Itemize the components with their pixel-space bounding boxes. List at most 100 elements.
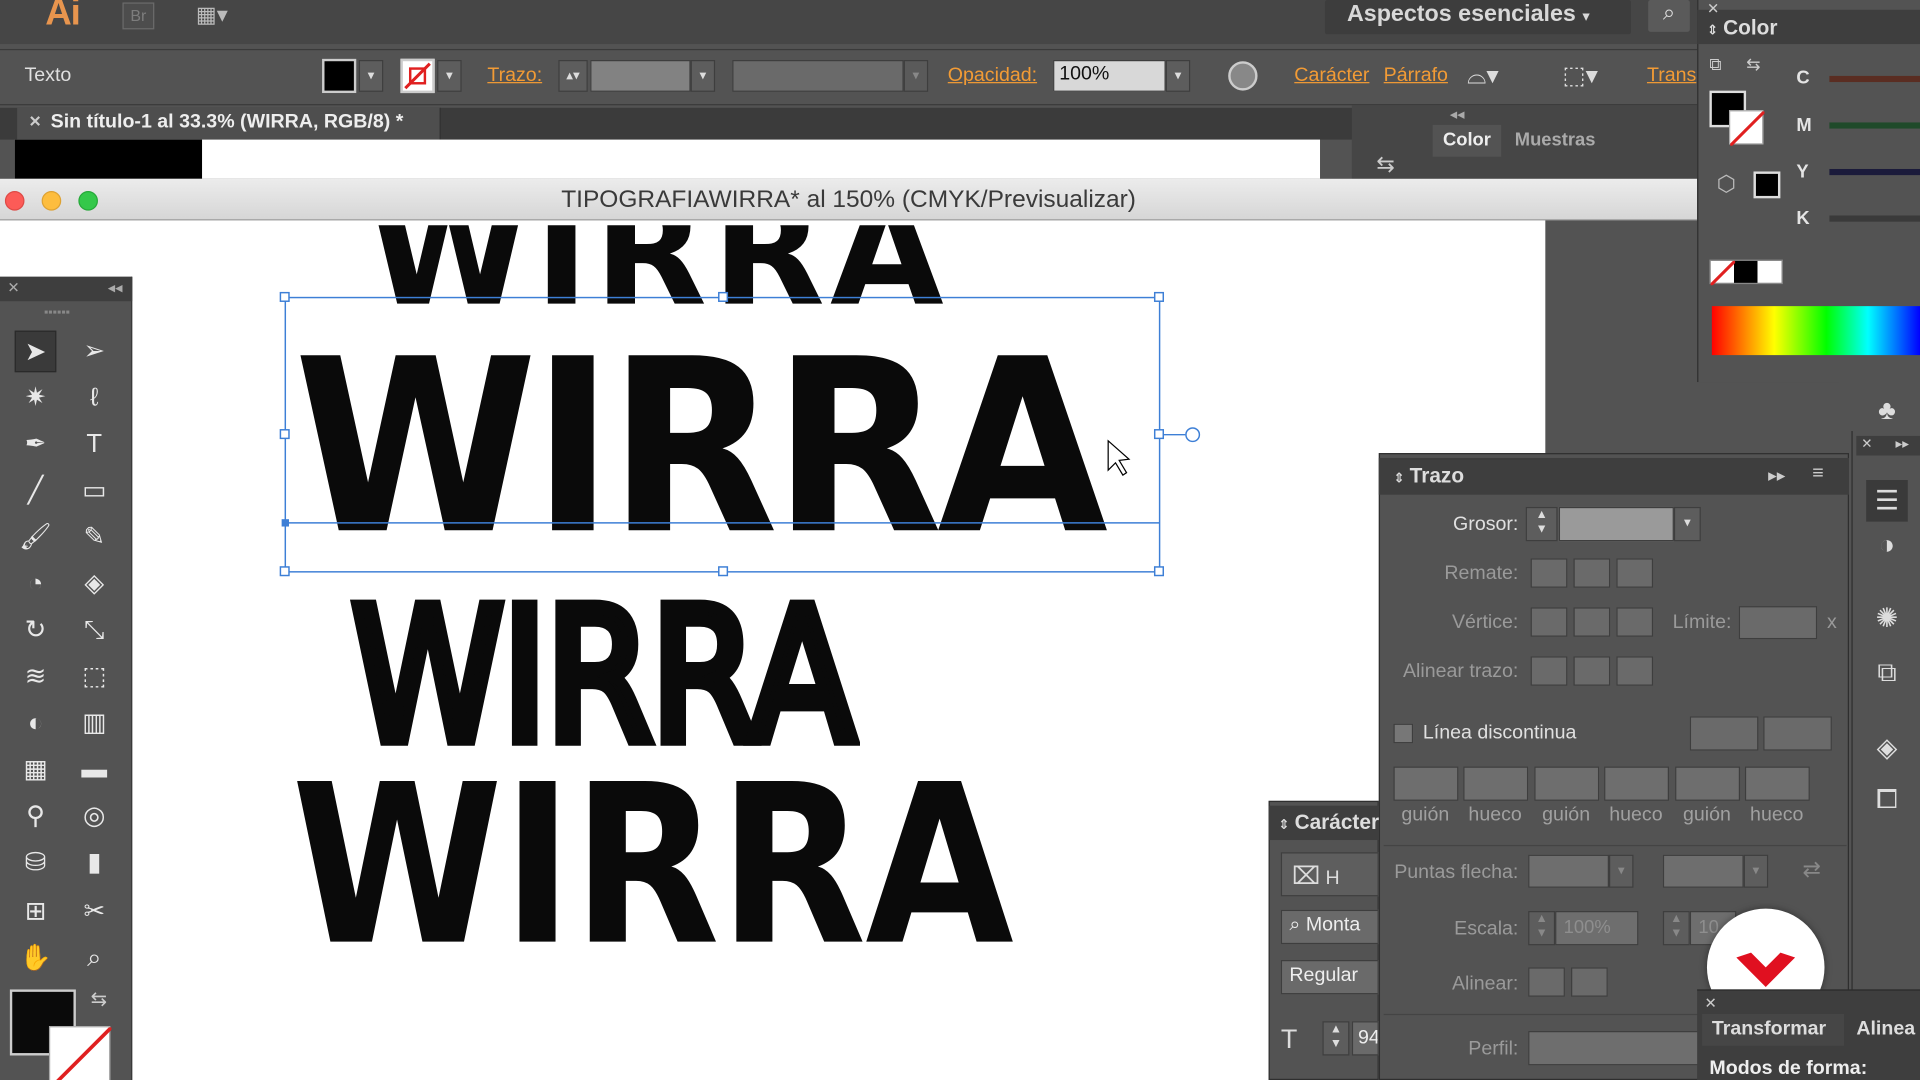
align-inside-icon[interactable] xyxy=(1573,656,1611,686)
dashed-line-checkbox[interactable] xyxy=(1393,723,1414,744)
gap-input-2[interactable] xyxy=(1604,766,1669,801)
miter-join-icon[interactable] xyxy=(1530,607,1568,637)
pen-tool-icon[interactable]: ✒ xyxy=(15,424,57,466)
scale-stepper-2[interactable]: ▲ ▼ xyxy=(1662,911,1690,946)
align-center-icon[interactable] xyxy=(1530,656,1568,686)
expand-panel-icon[interactable]: ▸▸ xyxy=(1768,465,1785,486)
artboard-tool-icon[interactable]: ⊞ xyxy=(15,891,57,933)
none-black-white-swatches[interactable] xyxy=(1709,259,1783,286)
scale-stepper-1[interactable]: ▲ ▼ xyxy=(1528,911,1556,946)
width-tool-icon[interactable]: ≋ xyxy=(15,656,57,698)
color-spectrum[interactable] xyxy=(1711,306,1920,356)
transparency-icon[interactable]: ⧉ xyxy=(1866,651,1908,693)
panel-menu-icon[interactable]: ≡ xyxy=(1812,463,1823,485)
arrow-place-icon[interactable] xyxy=(1571,967,1608,997)
gap-input-1[interactable] xyxy=(1463,766,1529,801)
out-of-gamut-icon[interactable]: ⬡ xyxy=(1717,171,1736,197)
rotate-tool-icon[interactable]: ↻ xyxy=(15,610,57,652)
magic-wand-tool-icon[interactable]: ✷ xyxy=(15,377,57,419)
eyedropper-tool-icon[interactable]: ⚲ xyxy=(15,796,57,838)
paintbrush-tool-icon[interactable]: 🖌 xyxy=(15,517,57,559)
tab-align[interactable]: Alinea xyxy=(1849,1014,1920,1046)
round-cap-icon[interactable] xyxy=(1573,558,1611,588)
touch-type-tool-button[interactable]: ⌧ H xyxy=(1280,852,1379,897)
dash-align-corners-icon[interactable] xyxy=(1689,716,1759,751)
stroke-color-swatch[interactable] xyxy=(48,1026,112,1080)
blob-brush-tool-icon[interactable]: ◔ xyxy=(15,563,57,605)
limit-input[interactable] xyxy=(1738,606,1818,640)
start-arrowhead-select[interactable] xyxy=(1528,854,1609,888)
end-arrowhead-select[interactable] xyxy=(1662,854,1744,888)
weight-input[interactable] xyxy=(1558,506,1674,542)
direct-selection-tool-icon[interactable]: ➢ xyxy=(73,331,115,373)
profile-select[interactable] xyxy=(1528,1031,1700,1066)
stroke-panel-icon[interactable]: ☰ xyxy=(1866,480,1908,522)
rectangle-tool-icon[interactable]: ▭ xyxy=(73,470,115,512)
gap-input-3[interactable] xyxy=(1744,766,1810,801)
tab-transform[interactable]: Transformar xyxy=(1702,1013,1845,1046)
yellow-slider[interactable] xyxy=(1829,168,1920,176)
swap-fill-stroke-icon[interactable]: ⇆ xyxy=(1746,54,1760,75)
lasso-tool-icon[interactable]: ℓ xyxy=(73,377,115,419)
expand-icon[interactable]: ⇕ xyxy=(1393,471,1404,486)
default-colors-icon[interactable]: ⧉ xyxy=(1709,54,1721,75)
artboards-icon[interactable]: ⧠ xyxy=(1866,779,1908,821)
slice-tool-icon[interactable]: ✂ xyxy=(73,891,115,933)
swap-arrowheads-icon[interactable]: ⇄ xyxy=(1802,857,1820,883)
close-icon[interactable]: ✕ xyxy=(7,279,19,296)
dash-adjust-icon[interactable] xyxy=(1763,716,1832,751)
free-transform-tool-icon[interactable]: ⬚ xyxy=(73,656,115,698)
font-style-select[interactable]: Regular xyxy=(1280,960,1379,995)
mesh-tool-icon[interactable]: ▦ xyxy=(15,749,57,791)
symbols-icon[interactable]: ♣ xyxy=(1866,389,1908,431)
pencil-tool-icon[interactable]: ✎ xyxy=(73,517,115,559)
type-tool-icon[interactable]: T xyxy=(73,424,115,466)
gradient-tool-icon[interactable]: ▬ xyxy=(73,749,115,791)
grip-icon[interactable]: ▪▪▪▪▪▪ xyxy=(44,306,70,319)
selection-tool-icon[interactable]: ➤ xyxy=(14,330,57,373)
black-slider[interactable] xyxy=(1829,215,1920,222)
panel-stroke-swatch[interactable] xyxy=(1728,110,1765,146)
blend-tool-icon[interactable]: ◎ xyxy=(73,796,115,838)
expand-icon[interactable]: ⇕ xyxy=(1707,23,1718,38)
shape-builder-tool-icon[interactable]: ◐ xyxy=(15,703,57,745)
cyan-slider[interactable] xyxy=(1829,75,1920,83)
start-arrowhead-dropdown[interactable]: ▾ xyxy=(1608,854,1634,888)
collapse-icon[interactable]: ◂◂ xyxy=(108,279,123,296)
layers-icon[interactable]: ◈ xyxy=(1866,727,1908,769)
appearance-icon[interactable]: ✺ xyxy=(1866,598,1908,640)
font-size-input[interactable]: 94 xyxy=(1351,1021,1379,1056)
close-panel-icon[interactable]: ✕ xyxy=(1707,0,1719,17)
scale-start-input[interactable]: 100% xyxy=(1555,911,1639,946)
symbol-sprayer-tool-icon[interactable]: ⛁ xyxy=(15,842,57,884)
weight-dropdown[interactable]: ▾ xyxy=(1673,506,1701,542)
weight-stepper[interactable]: ▲ ▼ xyxy=(1525,506,1558,542)
swap-colors-icon[interactable]: ⇆ xyxy=(91,987,107,1011)
line-tool-icon[interactable]: ╱ xyxy=(15,470,57,512)
align-outside-icon[interactable] xyxy=(1616,656,1654,686)
scale-tool-icon[interactable]: ⤡ xyxy=(73,610,115,652)
dash-input-2[interactable] xyxy=(1534,766,1600,801)
eraser-tool-icon[interactable]: ◈ xyxy=(73,563,115,605)
close-panel-icon[interactable]: ✕ xyxy=(1705,994,1717,1011)
dash-input-1[interactable] xyxy=(1393,766,1459,801)
column-graph-tool-icon[interactable]: ▮ xyxy=(73,842,115,884)
font-size-stepper[interactable]: ▲ ▼ xyxy=(1322,1021,1350,1056)
close-icon[interactable]: ✕ xyxy=(1861,436,1872,452)
bevel-join-icon[interactable] xyxy=(1616,607,1654,637)
hand-tool-icon[interactable]: ✋ xyxy=(15,938,57,980)
end-arrowhead-dropdown[interactable]: ▾ xyxy=(1743,854,1769,888)
round-join-icon[interactable] xyxy=(1573,607,1611,637)
web-color-swatch[interactable] xyxy=(1753,171,1781,199)
arrow-extend-icon[interactable] xyxy=(1528,967,1565,997)
projecting-cap-icon[interactable] xyxy=(1616,558,1654,588)
magenta-slider[interactable] xyxy=(1829,122,1920,129)
butt-cap-icon[interactable] xyxy=(1530,558,1568,588)
gradient-panel-icon[interactable]: ◑ xyxy=(1866,524,1908,566)
expand-icon[interactable]: ▸▸ xyxy=(1896,436,1910,452)
zoom-tool-icon[interactable]: ⌕ xyxy=(73,938,115,980)
font-search-input[interactable]: ⌕ Monta xyxy=(1280,909,1379,945)
dash-input-3[interactable] xyxy=(1675,766,1741,801)
perspective-grid-tool-icon[interactable]: ▥ xyxy=(73,703,115,745)
expand-icon[interactable]: ⇕ xyxy=(1278,818,1289,833)
